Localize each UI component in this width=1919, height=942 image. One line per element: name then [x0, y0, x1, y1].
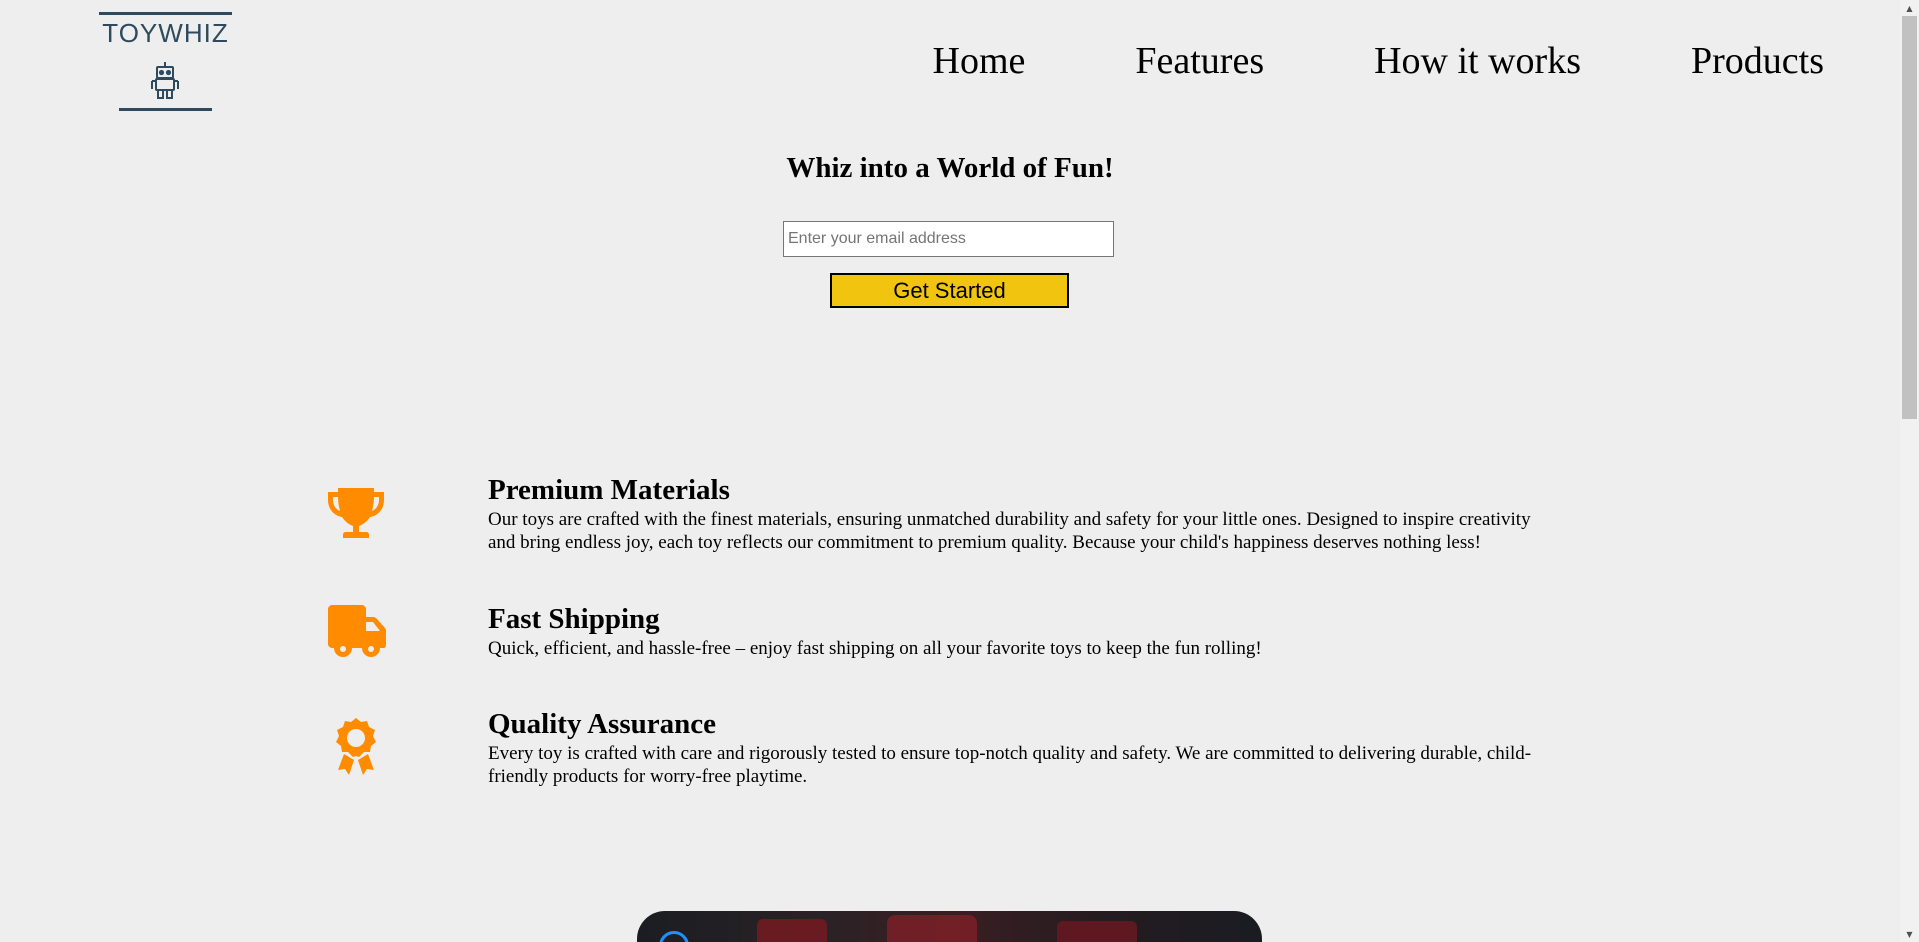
brand-logo[interactable]: TOYWHIZ [99, 10, 232, 114]
nav-home-link[interactable]: Home [933, 38, 1026, 84]
product-video-preview[interactable] [637, 911, 1262, 942]
feature-description: Quick, efficient, and hassle-free – enjo… [488, 637, 1588, 660]
logo-bottom-rule [119, 108, 212, 111]
feature-description-line: and bring endless joy, each toy reflects… [488, 532, 1481, 553]
toy-shape [1057, 921, 1137, 942]
award-ribbon-icon [336, 718, 376, 775]
feature-description-line: friendly products for worry-free playtim… [488, 766, 808, 787]
feature-body: Quality Assurance Every toy is crafted w… [488, 708, 1588, 788]
brand-name: TOYWHIZ [102, 18, 229, 48]
get-started-button[interactable]: Get Started [830, 273, 1069, 308]
scrollbar-thumb[interactable] [1902, 16, 1917, 419]
page: TOYWHIZ Home Features How it works Produ… [0, 0, 1900, 942]
toy-shape [887, 915, 977, 942]
scroll-down-arrow-icon[interactable]: ▼ [1900, 926, 1919, 942]
nav-products-link[interactable]: Products [1691, 38, 1824, 84]
toy-shape [757, 919, 827, 942]
play-ring-icon[interactable] [659, 931, 689, 942]
feature-body: Fast Shipping Quick, efficient, and hass… [488, 603, 1588, 660]
feature-body: Premium Materials Our toys are crafted w… [488, 474, 1588, 554]
feature-title: Quality Assurance [488, 708, 716, 740]
email-input[interactable] [783, 221, 1114, 257]
trophy-icon [328, 488, 384, 538]
feature-description: Every toy is crafted with care and rigor… [488, 742, 1588, 788]
feature-description-line: Every toy is crafted with care and rigor… [488, 743, 1532, 764]
page-scrollbar[interactable]: ▲ ▼ [1900, 0, 1919, 942]
feature-title: Fast Shipping [488, 603, 660, 635]
hero-title: Whiz into a World of Fun! [786, 152, 1114, 184]
feature-description: Our toys are crafted with the finest mat… [488, 508, 1588, 554]
feature-description-line: Quick, efficient, and hassle-free – enjo… [488, 638, 1262, 659]
feature-description-line: Our toys are crafted with the finest mat… [488, 509, 1531, 530]
scroll-up-arrow-icon[interactable]: ▲ [1900, 0, 1919, 16]
truck-icon [328, 605, 386, 657]
robot-icon [151, 62, 179, 99]
nav-how-it-works-link[interactable]: How it works [1374, 38, 1581, 84]
logo-top-rule [99, 12, 232, 15]
feature-title: Premium Materials [488, 474, 730, 506]
nav-features-link[interactable]: Features [1135, 38, 1264, 84]
main-nav: Home Features How it works Products [823, 38, 1825, 84]
